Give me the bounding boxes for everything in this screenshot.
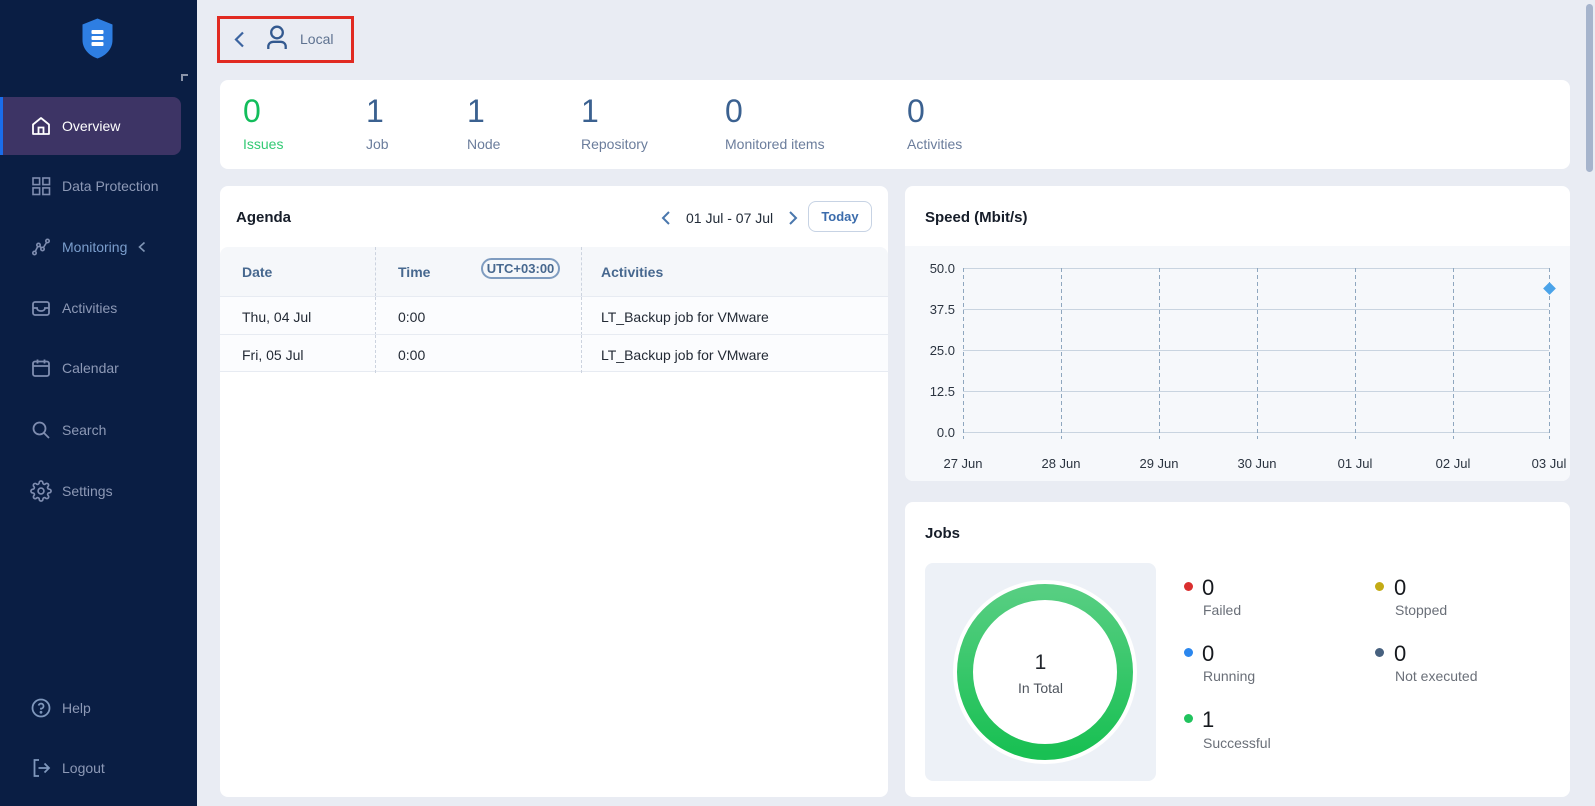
svg-text:0.0: 0.0 [937, 425, 955, 440]
svg-text:03 Jul: 03 Jul [1532, 456, 1567, 471]
svg-text:25.0: 25.0 [930, 343, 955, 358]
svg-text:30 Jun: 30 Jun [1237, 456, 1276, 471]
svg-text:50.0: 50.0 [930, 261, 955, 276]
svg-text:12.5: 12.5 [930, 384, 955, 399]
svg-text:28 Jun: 28 Jun [1041, 456, 1080, 471]
svg-text:27 Jun: 27 Jun [943, 456, 982, 471]
svg-text:29 Jun: 29 Jun [1139, 456, 1178, 471]
svg-text:01 Jul: 01 Jul [1338, 456, 1373, 471]
svg-text:37.5: 37.5 [930, 302, 955, 317]
svg-text:02 Jul: 02 Jul [1436, 456, 1471, 471]
